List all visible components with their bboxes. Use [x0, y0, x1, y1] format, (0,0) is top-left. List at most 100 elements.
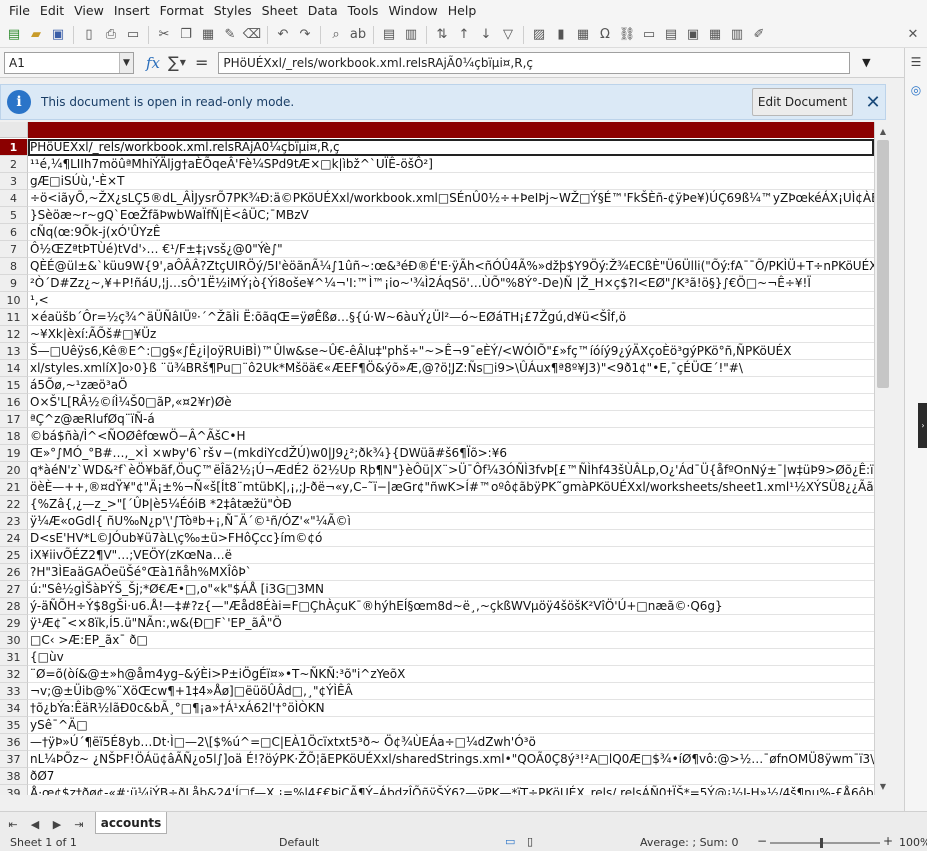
digital-signature-icon[interactable]: ▯ — [527, 836, 533, 848]
column-icon[interactable]: ▥ — [401, 25, 421, 45]
row-header[interactable]: 34 — [0, 700, 28, 717]
row-header[interactable]: 29 — [0, 615, 28, 632]
zoom-in-icon[interactable]: + — [883, 835, 893, 847]
menu-insert[interactable]: Insert — [109, 0, 155, 22]
cell-a20[interactable]: q*àéN'z`WD&²f`èÖ¥bãf,ÖuÇ™ëÎã2½¡Ú¬ÆdÉ2 ö2… — [28, 462, 874, 479]
cell-a4[interactable]: ÷ö<iãyÕ,~ŽX¿sLÇ5®dL_ÂÌJysrÕ7PK¾Ð:ä©PKöUÉ… — [28, 190, 874, 207]
row-header[interactable]: 25 — [0, 547, 28, 564]
cut-icon[interactable]: ✂ — [154, 25, 174, 45]
select-all-corner[interactable] — [0, 122, 28, 138]
export-pdf-icon[interactable]: ▯ — [79, 25, 99, 45]
formula-input[interactable]: PHöUÉXxl/_rels/workbook.xml.relsRAjÃ0¼çb… — [218, 51, 851, 74]
cell-a21[interactable]: öèÈ—++,®¤dŸ¥"¢"Ä¡±%¬Ñ«š[Ít8¨mtübK|,¡,;J-… — [28, 479, 874, 496]
row-header[interactable]: 6 — [0, 224, 28, 241]
cell-a16[interactable]: O×Š'L[RÂ½©íÌ¼Š0□ãP,«¤2¥r)Øè — [28, 394, 874, 411]
selection-mode-icon[interactable]: ▭ — [505, 836, 515, 848]
cell-a34[interactable]: †õ¿bÝa:ÊäR½lãÐ0c&bÃ¸°□¶¡a»†Á¹xÁ62l'†°öÌÒ… — [28, 700, 874, 717]
find-replace-icon[interactable]: ⌕ — [326, 25, 346, 45]
row-header[interactable]: 38 — [0, 768, 28, 785]
row-header[interactable]: 32 — [0, 666, 28, 683]
cell-a12[interactable]: ~¥Xk|èxí:ÃÕš#□¥Üz — [28, 326, 874, 343]
row-header[interactable]: 12 — [0, 326, 28, 343]
comment-icon[interactable]: ▭ — [639, 25, 659, 45]
scroll-up-icon[interactable]: ▲ — [876, 124, 890, 138]
cell-a25[interactable]: iX¥iivÕÉZ2¶V"…;VEÖY(zKœNa…ë — [28, 547, 874, 564]
row-header[interactable]: 7 — [0, 241, 28, 258]
cell-a19[interactable]: Œ»°∫MÓ_°B#…,_×Ì ×wÞy'6`rš∨−(mkdiYcdŽÚ)w0… — [28, 445, 874, 462]
headers-footers-icon[interactable]: ▤ — [661, 25, 681, 45]
special-character-icon[interactable]: Ω — [595, 25, 615, 45]
vertical-scrollbar[interactable]: ▲ ▼ — [874, 122, 890, 795]
zoom-slider[interactable] — [770, 842, 880, 844]
sidebar-menu-icon[interactable]: ☰ — [908, 54, 924, 70]
clone-formatting-icon[interactable]: ✎ — [220, 25, 240, 45]
row-header[interactable]: 31 — [0, 649, 28, 666]
cell-a22[interactable]: {%Zâ{,¿—z_>"[´ÛÞ|è5¼ÉóiB *2‡âtæžü"ÒÐ — [28, 496, 874, 513]
close-icon[interactable]: ✕ — [863, 91, 883, 113]
function-wizard-icon[interactable]: fx — [146, 54, 160, 72]
sort-descending-icon[interactable]: ↓ — [476, 25, 496, 45]
first-sheet-icon[interactable]: ⇤ — [4, 815, 22, 833]
row-header[interactable]: 8 — [0, 258, 28, 275]
row-header[interactable]: 28 — [0, 598, 28, 615]
sidebar-collapse-handle[interactable]: › — [918, 403, 927, 448]
row-header[interactable]: 35 — [0, 717, 28, 734]
cell-a26[interactable]: ?H"3ÌEaäGAÖeüŠé°Œà1ñåh%MXÎôÞ` — [28, 564, 874, 581]
open-folder-icon[interactable]: ▰ — [26, 25, 46, 45]
cell-a3[interactable]: gÆ□iSÚù,'-È×T — [28, 173, 874, 190]
copy-icon[interactable]: ❐ — [176, 25, 196, 45]
chevron-down-icon[interactable]: ▼ — [180, 58, 186, 67]
cell-a1[interactable]: PHöUÉXxl/_rels/workbook.xml.relsRAjÃ0¼çb… — [28, 139, 874, 156]
toolbar-close-icon[interactable]: ✕ — [903, 25, 923, 45]
cell-a14[interactable]: xl/styles.xmlíX]o›0}ß ¨ü¾BRš¶Pu□¨ô2Uk*Mš… — [28, 360, 874, 377]
row-header[interactable]: 1 — [0, 139, 28, 156]
cell-a27[interactable]: ú:"Sê½gÌŠàÞÝŠ_Šj;*Ø€Æ•□,o"«k"$ÁÅ [i3G□3M… — [28, 581, 874, 598]
cell-a15[interactable]: á5Õø,~¹zæö³aÖ — [28, 377, 874, 394]
cell-a37[interactable]: nL¼ÞÕz~ ¿NŠÞF!ÖÁü¢âÃÑ¿o5l∫]oä É!?öýPK·ŽÕ… — [28, 751, 874, 768]
menu-window[interactable]: Window — [383, 0, 442, 22]
expand-formula-bar-icon[interactable]: ▼ — [854, 52, 878, 74]
define-print-area-icon[interactable]: ▣ — [683, 25, 703, 45]
redo-icon[interactable]: ↷ — [295, 25, 315, 45]
sort-icon[interactable]: ⇅ — [432, 25, 452, 45]
row-header[interactable]: 21 — [0, 479, 28, 496]
menu-data[interactable]: Data — [303, 0, 343, 22]
row-header[interactable]: 18 — [0, 428, 28, 445]
row-header[interactable]: 19 — [0, 445, 28, 462]
row-header[interactable]: 39 — [0, 785, 28, 795]
cell-a23[interactable]: ÿ¼Æ«oGdl{ ñU‰N¿p'\'∫Tòªb+¡,Ñ¯Ä´©¹ñ/ÓZ'«"… — [28, 513, 874, 530]
row-header[interactable]: 10 — [0, 292, 28, 309]
column-header-a[interactable] — [28, 122, 874, 138]
save-icon[interactable]: ▣ — [48, 25, 68, 45]
row-header[interactable]: 24 — [0, 530, 28, 547]
cell-a13[interactable]: Š—□Uêÿs6,Kê®E^:□g§«∫Ê¿i|oÿRUiBÌ)™Ûlw&se~… — [28, 343, 874, 360]
formula-icon[interactable]: = — [195, 53, 208, 72]
insert-image-icon[interactable]: ▨ — [529, 25, 549, 45]
cell-a28[interactable]: ý-äÑÕH÷Ý$8gŠi·u6.Å!—‡#?z{—"Æåd8Éài=F□ÇhÀ… — [28, 598, 874, 615]
menu-help[interactable]: Help — [443, 0, 482, 22]
row-header[interactable]: 22 — [0, 496, 28, 513]
cell-a33[interactable]: ¬v;@±Üib@%¨XöŒcw¶+1‡4»Åø]□ëüöÛÂd□,¸"¢ÝÌÊ… — [28, 683, 874, 700]
cell-a31[interactable]: {□ùv — [28, 649, 874, 666]
zoom-out-icon[interactable]: − — [757, 835, 767, 847]
cell-a29[interactable]: ÿ¹Æ¢¯<×8ïk,Í5.ü"NÃn:,w&(Ð□F`'EP_ãÂ"Ö — [28, 615, 874, 632]
zoom-slider-handle[interactable] — [820, 838, 823, 848]
cell-a9[interactable]: ²Ò´D#Zz¿~,¥+P!ñáU,¦j…sÔ'1Ë½iMÝ¡ò{Ýi8oše¥… — [28, 275, 874, 292]
cell-a24[interactable]: D<sE'HV*L©JÓub¥ü7àL\ç‰±ü>FHôÇcc}ím©¢ó — [28, 530, 874, 547]
show-draw-functions-icon[interactable]: ✐ — [749, 25, 769, 45]
row-icon[interactable]: ▤ — [379, 25, 399, 45]
cell-a10[interactable]: ¹,< — [28, 292, 874, 309]
insert-chart-icon[interactable]: ▮ — [551, 25, 571, 45]
pivot-table-icon[interactable]: ▦ — [573, 25, 593, 45]
sort-ascending-icon[interactable]: ↑ — [454, 25, 474, 45]
cell-a6[interactable]: cÑq(œ:9Õk-j(xÓ'ÛYzÊ — [28, 224, 874, 241]
cell-a32[interactable]: ¨Ø=õ(òí&@±»h@åm4yg–&ýÈi>P±iÖgÉï¤»•T~ÑKÑ:… — [28, 666, 874, 683]
menu-view[interactable]: View — [69, 0, 109, 22]
row-header[interactable]: 36 — [0, 734, 28, 751]
undo-icon[interactable]: ↶ — [273, 25, 293, 45]
last-sheet-icon[interactable]: ⇥ — [70, 815, 88, 833]
cell-a39[interactable]: Å·œ¢$z†ðø¢-«#:ü¼iÝB÷ðLåþ&24'Í□f—X,¡=%l4£… — [28, 785, 874, 795]
new-document-icon[interactable]: ▤ — [4, 25, 24, 45]
cell-a2[interactable]: ¹¹é,¼¶LIIh7möûªMhiÝÄljg†aÈÕqeÂ'Fè¼SPd9tÆ… — [28, 156, 874, 173]
scrollbar-thumb[interactable] — [877, 140, 889, 388]
